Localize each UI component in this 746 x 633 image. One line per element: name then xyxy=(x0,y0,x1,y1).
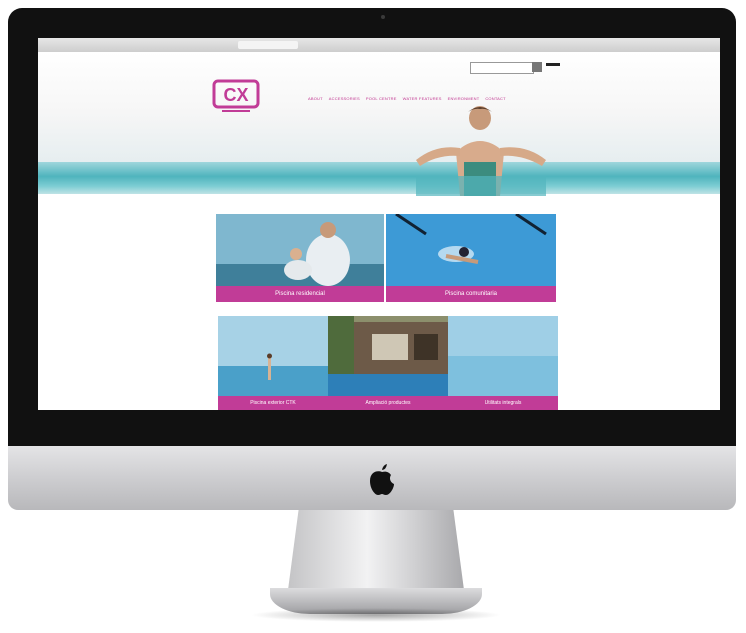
browser-toolbar xyxy=(38,38,720,52)
main-nav: ABOUT ACCESSORIES POOL CENTRE WATER FEAT… xyxy=(308,96,506,101)
hero-pool-band xyxy=(38,162,720,194)
nav-item-pool-centre[interactable]: POOL CENTRE xyxy=(366,96,397,101)
nav-item-water-features[interactable]: WATER FEATURES xyxy=(403,96,442,101)
tile-label: Ampliació productes xyxy=(328,396,448,410)
tile-utilities[interactable]: Utilitats integrals xyxy=(448,316,558,410)
tile-residential-pool[interactable]: Piscina residencial xyxy=(216,214,384,302)
tile-label: Piscina residencial xyxy=(216,286,384,302)
site-header: CX ABOUT ACCESSORIES POOL CENTRE WATER F… xyxy=(38,52,720,162)
nav-item-contact[interactable]: CONTACT xyxy=(485,96,505,101)
nav-item-about[interactable]: ABOUT xyxy=(308,96,323,101)
search-icon[interactable] xyxy=(532,62,542,72)
tile-community-pool[interactable]: Piscina comunitaria xyxy=(386,214,556,302)
logo-text: CX xyxy=(223,85,248,105)
search-input[interactable] xyxy=(470,62,534,74)
stand-shadow xyxy=(250,608,502,622)
tile-label: Utilitats integrals xyxy=(448,396,558,410)
tile-label: Piscina comunitaria xyxy=(386,286,556,302)
tile-label: Piscina exterior CTK xyxy=(218,396,328,410)
site-logo[interactable]: CX xyxy=(212,77,260,115)
apple-icon xyxy=(370,464,394,495)
nav-item-accessories[interactable]: ACCESSORIES xyxy=(329,96,360,101)
imac-screen: CX ABOUT ACCESSORIES POOL CENTRE WATER F… xyxy=(38,38,720,410)
browser-tab[interactable] xyxy=(238,41,298,49)
tile-exterior-pool[interactable]: Piscina exterior CTK xyxy=(218,316,328,410)
nav-item-environment[interactable]: ENVIRONMENT xyxy=(448,96,480,101)
hero-swimmer-image xyxy=(416,106,546,196)
language-link[interactable] xyxy=(546,63,560,66)
camera xyxy=(381,15,385,19)
tile-products[interactable]: Ampliació productes xyxy=(328,316,448,410)
imac-stand xyxy=(288,510,464,590)
